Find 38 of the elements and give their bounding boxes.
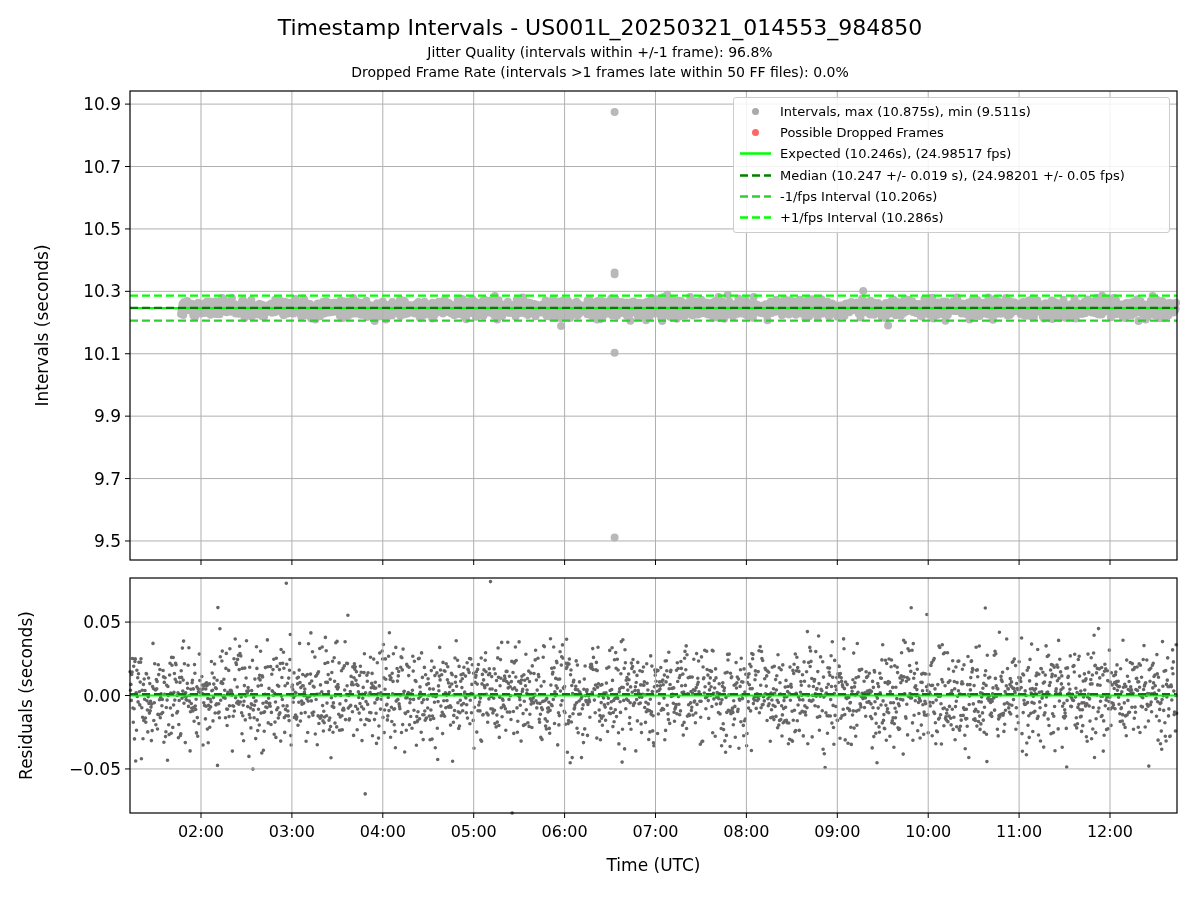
x-tick-label: 10:00	[905, 822, 952, 841]
y-tick-label: 9.9	[93, 406, 121, 427]
x-tick-label: 04:00	[359, 822, 406, 841]
chart-subtitle: Jitter Quality (intervals within +/-1 frame): 96.8%	[427, 43, 773, 62]
x-axis-label: Time (UTC)	[606, 855, 701, 875]
y-tick-label: 10.3	[83, 281, 121, 302]
y-tick-label: 10.9	[83, 94, 121, 115]
legend-label: Intervals, max (10.875s), min (9.511s)	[780, 104, 1031, 120]
y-tick-label: 10.7	[83, 156, 121, 177]
legend-line-icon	[740, 216, 771, 220]
x-tick-label: 12:00	[1086, 822, 1134, 841]
x-tick-label: 02:00	[177, 822, 225, 841]
x-tick-label: 03:00	[268, 822, 315, 841]
chart-subtitle: Dropped Frame Rate (intervals >1 frames late within 50 FF files): 0.0%	[351, 63, 849, 82]
legend-label: Expected (10.246s), (24.98517 fps)	[780, 146, 1012, 162]
y-tick-label: 10.1	[83, 343, 121, 364]
legend-line-icon	[740, 194, 771, 198]
y-tick-label: 9.7	[93, 468, 121, 489]
legend-line-icon	[740, 152, 771, 156]
legend-line-icon	[740, 173, 771, 177]
x-tick-label: 05:00	[450, 822, 497, 841]
x-tick-label: 06:00	[541, 822, 588, 841]
legend-label: Median (10.247 +/- 0.019 s), (24.98201 +/- 0.05 fps)	[780, 167, 1125, 183]
x-tick-label: 07:00	[632, 822, 679, 841]
x-tick-label: 11:00	[996, 822, 1043, 841]
y-tick-label: 0.00	[83, 685, 121, 706]
x-tick-label: 08:00	[723, 822, 770, 841]
y-tick-label: 10.5	[83, 218, 121, 239]
legend-label: Possible Dropped Frames	[780, 125, 944, 141]
y-tick-label: 9.5	[93, 530, 121, 551]
y-axis-label: Residuals (seconds)	[16, 611, 36, 780]
chart-title: Timestamp Intervals - US001L_20250321_014553_984850	[277, 14, 923, 42]
y-tick-label: −0.05	[68, 758, 121, 779]
y-tick-label: 0.05	[83, 612, 121, 633]
legend-label: +1/fps Interval (10.286s)	[780, 210, 944, 226]
y-axis-label: Intervals (seconds)	[32, 244, 52, 407]
legend-label: -1/fps Interval (10.206s)	[780, 188, 938, 204]
x-tick-label: 09:00	[814, 822, 861, 841]
